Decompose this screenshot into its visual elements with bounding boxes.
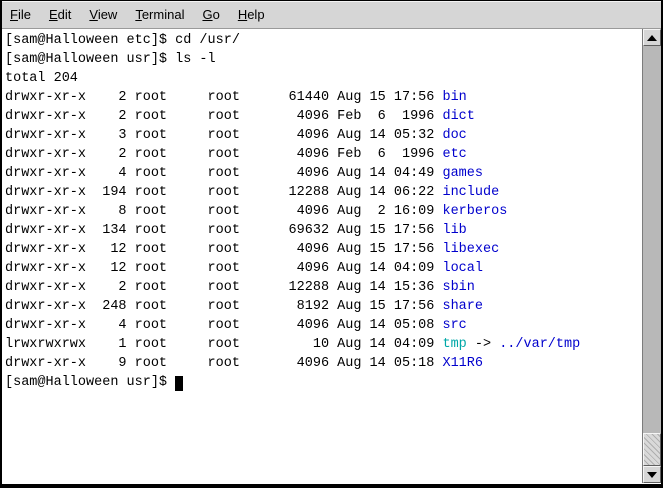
file-row: drwxr-xr-x 12 root root 4096 Aug 15 17:5… bbox=[5, 240, 642, 259]
menu-file[interactable]: File bbox=[9, 5, 32, 24]
file-meta: drwxr-xr-x 4 root root 4096 Aug 14 04:49 bbox=[5, 166, 442, 181]
file-meta: drwxr-xr-x 9 root root 4096 Aug 14 05:18 bbox=[5, 356, 442, 371]
shell-prompt: [sam@Halloween usr]$ bbox=[5, 375, 175, 390]
file-name: local bbox=[442, 261, 483, 276]
file-name: libexec bbox=[442, 242, 499, 257]
file-meta: drwxr-xr-x 8 root root 4096 Aug 2 16:09 bbox=[5, 204, 442, 219]
file-row: drwxr-xr-x 248 root root 8192 Aug 15 17:… bbox=[5, 297, 642, 316]
shell-prompt: [sam@Halloween usr]$ bbox=[5, 52, 167, 67]
scroll-up-button[interactable] bbox=[643, 29, 661, 46]
file-row: lrwxrwxrwx 1 root root 10 Aug 14 04:09 t… bbox=[5, 335, 642, 354]
file-row: drwxr-xr-x 2 root root 4096 Feb 6 1996 e… bbox=[5, 145, 642, 164]
file-meta: lrwxrwxrwx 1 root root 10 Aug 14 04:09 bbox=[5, 337, 442, 352]
file-meta: drwxr-xr-x 2 root root 4096 Feb 6 1996 bbox=[5, 109, 442, 124]
menu-file-label: File bbox=[10, 7, 31, 22]
command-text: ls -l bbox=[167, 52, 216, 67]
output-text: total 204 bbox=[5, 71, 78, 86]
file-name: tmp bbox=[442, 337, 466, 352]
file-name: sbin bbox=[442, 280, 474, 295]
file-meta: drwxr-xr-x 248 root root 8192 Aug 15 17:… bbox=[5, 299, 442, 314]
menu-terminal-label: Terminal bbox=[135, 7, 184, 22]
scrollbar-thumb[interactable] bbox=[643, 433, 661, 466]
shell-prompt: [sam@Halloween etc]$ bbox=[5, 33, 167, 48]
file-name: dict bbox=[442, 109, 474, 124]
file-name: src bbox=[442, 318, 466, 333]
file-meta: drwxr-xr-x 2 root root 4096 Feb 6 1996 bbox=[5, 147, 442, 162]
menu-edit-label: Edit bbox=[49, 7, 71, 22]
menu-view[interactable]: View bbox=[88, 5, 118, 24]
terminal-screen[interactable]: [sam@Halloween etc]$ cd /usr/[sam@Hallow… bbox=[2, 29, 642, 483]
file-meta: drwxr-xr-x 194 root root 12288 Aug 14 06… bbox=[5, 185, 442, 200]
file-meta: drwxr-xr-x 2 root root 61440 Aug 15 17:5… bbox=[5, 90, 442, 105]
scrollbar-trough[interactable] bbox=[643, 46, 661, 466]
file-row: drwxr-xr-x 3 root root 4096 Aug 14 05:32… bbox=[5, 126, 642, 145]
terminal-line: [sam@Halloween usr]$ ls -l bbox=[5, 50, 642, 69]
file-row: drwxr-xr-x 4 root root 4096 Aug 14 05:08… bbox=[5, 316, 642, 335]
prompt-line: [sam@Halloween usr]$ bbox=[5, 373, 642, 392]
menu-bar: File Edit View Terminal Go Help bbox=[2, 1, 661, 29]
file-row: drwxr-xr-x 134 root root 69632 Aug 15 17… bbox=[5, 221, 642, 240]
file-meta: drwxr-xr-x 134 root root 69632 Aug 15 17… bbox=[5, 223, 442, 238]
menu-go-label: Go bbox=[202, 7, 219, 22]
scrollbar[interactable] bbox=[642, 29, 661, 483]
menu-help-label: Help bbox=[238, 7, 265, 22]
file-name: etc bbox=[442, 147, 466, 162]
file-meta: drwxr-xr-x 12 root root 4096 Aug 14 04:0… bbox=[5, 261, 442, 276]
terminal-window: File Edit View Terminal Go Help [sam@Hal… bbox=[0, 0, 663, 488]
terminal-cursor bbox=[175, 376, 183, 391]
menu-terminal[interactable]: Terminal bbox=[134, 5, 185, 24]
file-name: bin bbox=[442, 90, 466, 105]
file-name: X11R6 bbox=[442, 356, 483, 371]
symlink-arrow: -> bbox=[467, 337, 499, 352]
file-meta: drwxr-xr-x 2 root root 12288 Aug 14 15:3… bbox=[5, 280, 442, 295]
file-row: drwxr-xr-x 194 root root 12288 Aug 14 06… bbox=[5, 183, 642, 202]
terminal-output: [sam@Halloween etc]$ cd /usr/[sam@Hallow… bbox=[5, 31, 642, 392]
file-name: games bbox=[442, 166, 483, 181]
file-name: doc bbox=[442, 128, 466, 143]
file-row: drwxr-xr-x 2 root root 12288 Aug 14 15:3… bbox=[5, 278, 642, 297]
menu-edit[interactable]: Edit bbox=[48, 5, 72, 24]
file-meta: drwxr-xr-x 12 root root 4096 Aug 15 17:5… bbox=[5, 242, 442, 257]
menu-view-label: View bbox=[89, 7, 117, 22]
file-meta: drwxr-xr-x 3 root root 4096 Aug 14 05:32 bbox=[5, 128, 442, 143]
terminal-line: [sam@Halloween etc]$ cd /usr/ bbox=[5, 31, 642, 50]
scroll-down-icon bbox=[647, 472, 657, 478]
command-text: cd /usr/ bbox=[167, 33, 240, 48]
file-row: drwxr-xr-x 9 root root 4096 Aug 14 05:18… bbox=[5, 354, 642, 373]
symlink-target: ../var/tmp bbox=[499, 337, 580, 352]
file-row: drwxr-xr-x 8 root root 4096 Aug 2 16:09 … bbox=[5, 202, 642, 221]
scroll-down-button[interactable] bbox=[643, 466, 661, 483]
file-name: share bbox=[442, 299, 483, 314]
terminal-line: total 204 bbox=[5, 69, 642, 88]
file-row: drwxr-xr-x 4 root root 4096 Aug 14 04:49… bbox=[5, 164, 642, 183]
file-row: drwxr-xr-x 2 root root 4096 Feb 6 1996 d… bbox=[5, 107, 642, 126]
file-meta: drwxr-xr-x 4 root root 4096 Aug 14 05:08 bbox=[5, 318, 442, 333]
file-name: kerberos bbox=[442, 204, 507, 219]
scroll-up-icon bbox=[647, 35, 657, 41]
file-name: lib bbox=[442, 223, 466, 238]
menu-help[interactable]: Help bbox=[237, 5, 266, 24]
file-name: include bbox=[442, 185, 499, 200]
file-row: drwxr-xr-x 2 root root 61440 Aug 15 17:5… bbox=[5, 88, 642, 107]
menu-go[interactable]: Go bbox=[201, 5, 220, 24]
file-row: drwxr-xr-x 12 root root 4096 Aug 14 04:0… bbox=[5, 259, 642, 278]
terminal-content-area: [sam@Halloween etc]$ cd /usr/[sam@Hallow… bbox=[2, 29, 661, 483]
